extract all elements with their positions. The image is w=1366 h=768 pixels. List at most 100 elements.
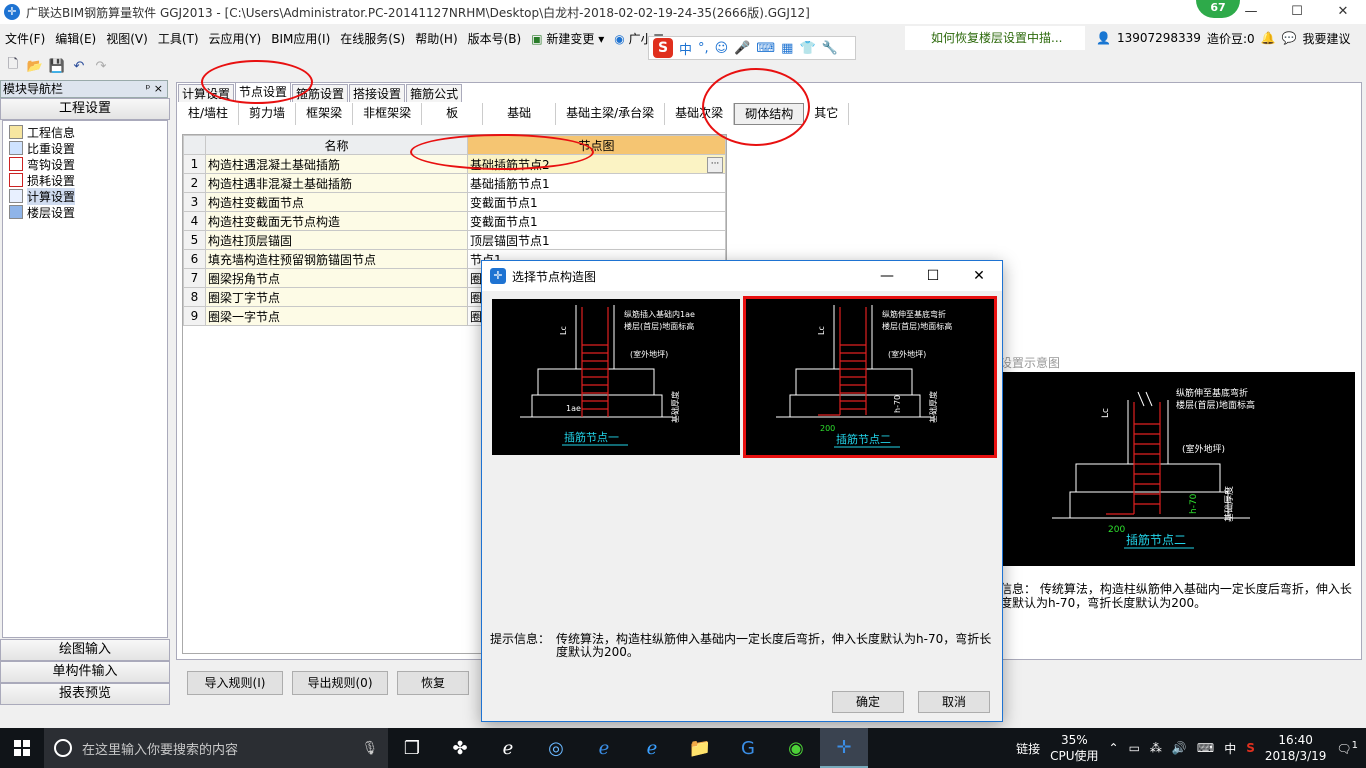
keyboard-icon[interactable]: ⌨	[1197, 741, 1214, 755]
redo-icon[interactable]: ↷	[92, 57, 110, 75]
app-logo-icon: ✛	[4, 4, 20, 20]
nav-item-density[interactable]: 比重设置	[9, 140, 167, 156]
suggest-link[interactable]: 我要建议	[1303, 30, 1351, 47]
import-rules-button[interactable]: 导入规则(I)	[187, 671, 283, 695]
subtab-foundation-main-beam[interactable]: 基础主梁/承台梁	[556, 103, 666, 125]
menu-online[interactable]: 在线服务(S)	[335, 30, 410, 47]
nav-section-report[interactable]: 报表预览	[0, 683, 170, 705]
dialog-minimize-button[interactable]: —	[864, 261, 910, 291]
clock[interactable]: 16:40 2018/3/19	[1265, 732, 1327, 764]
thumb2-len-label: 200	[820, 424, 835, 433]
thumb-node-1[interactable]: Lc 纵筋插入基础内1ae 楼层(首层)地面标高 (室外地坪) 1ae 基础厚度…	[492, 299, 740, 455]
ie-blue-icon[interactable]: ℯ	[628, 728, 676, 768]
row-node-cell[interactable]: 基础插筋节点1	[467, 173, 726, 193]
nav-item-hook[interactable]: 弯钩设置	[9, 156, 167, 172]
open-folder-icon[interactable]: 📂	[26, 57, 44, 75]
edge-browser-icon[interactable]: ℯ	[580, 728, 628, 768]
user-area: 👤 13907298339 造价豆:0 🔔 💬 我要建议	[1096, 26, 1351, 50]
minimize-button[interactable]: —	[1228, 0, 1274, 24]
volume-icon[interactable]: 🔊	[1172, 741, 1187, 755]
export-rules-button[interactable]: 导出规则(0)	[292, 671, 388, 695]
nav-item-calc-settings[interactable]: 计算设置	[9, 187, 167, 205]
subtab-foundation[interactable]: 基础	[483, 103, 557, 125]
subtab-nonframe-beam[interactable]: 非框架梁	[353, 103, 423, 125]
link-label[interactable]: 链接	[1016, 740, 1040, 757]
file-explorer-icon[interactable]: 📁	[676, 728, 724, 768]
thumb2-thick-label: 基础厚度	[928, 391, 938, 423]
dialog-maximize-button[interactable]: ☐	[910, 261, 956, 291]
menu-new-change[interactable]: ▣ 新建变更 ▾	[526, 30, 609, 47]
task-view-icon[interactable]: ❐	[388, 728, 436, 768]
menu-version[interactable]: 版本号(B)	[463, 30, 527, 47]
swirl-app-icon[interactable]: ◎	[532, 728, 580, 768]
close-button[interactable]: ✕	[1320, 0, 1366, 24]
restore-button[interactable]: 恢复	[397, 671, 469, 695]
window-title: 广联达BIM钢筋算量软件 GGJ2013 - [C:\Users\Adminis…	[26, 5, 810, 20]
ie-browser-icon[interactable]: ℯ	[484, 728, 532, 768]
dialog-ok-button[interactable]: 确定	[832, 691, 904, 713]
row-name: 构造柱遇非混凝土基础插筋	[205, 173, 468, 193]
menu-view[interactable]: 视图(V)	[101, 30, 153, 47]
table-row[interactable]: 2 构造柱遇非混凝土基础插筋 基础插筋节点1	[183, 173, 726, 193]
tab-lap-settings[interactable]: 搭接设置	[349, 84, 406, 102]
bell-icon[interactable]: 🔔	[1261, 31, 1276, 45]
menu-edit[interactable]: 编辑(E)	[50, 30, 101, 47]
subtab-frame-beam[interactable]: 框架梁	[296, 103, 354, 125]
thumb1-lc-label: Lc	[559, 326, 568, 335]
help-search-link[interactable]: 如何恢复楼层设置中描...	[905, 26, 1085, 50]
start-button[interactable]	[0, 728, 44, 768]
thumb-node-2[interactable]: Lc 纵筋伸至基底弯折 楼层(首层)地面标高 (室外地坪) h-70 基础厚度 …	[743, 296, 997, 458]
title-bar: ✛ 广联达BIM钢筋算量软件 GGJ2013 - [C:\Users\Admin…	[0, 0, 1366, 24]
nav-item-loss[interactable]: 损耗设置	[9, 172, 167, 188]
new-change-icon: ▣	[531, 31, 543, 46]
module-nav-title: 模块导航栏	[3, 82, 64, 96]
network-icon[interactable]: ⁂	[1150, 741, 1162, 755]
coins-label[interactable]: 造价豆:0	[1207, 30, 1255, 47]
menu-cloud[interactable]: 云应用(Y)	[204, 30, 267, 47]
chevron-up-icon[interactable]: ⌃	[1109, 741, 1119, 755]
row-node-cell[interactable]: 变截面节点1	[467, 192, 726, 212]
assistant-icon: ◉	[614, 31, 625, 46]
tab-stirrup-formula[interactable]: 箍筋公式	[406, 84, 463, 102]
fan-app-icon[interactable]: ✤	[436, 728, 484, 768]
user-phone[interactable]: 13907298339	[1117, 31, 1201, 45]
notification-icon[interactable]: 🗨1	[1336, 740, 1358, 756]
taskbar-search[interactable]: 在这里输入你要搜索的内容 🎙	[44, 728, 388, 768]
menu-help[interactable]: 帮助(H)	[410, 30, 462, 47]
row-node-cell[interactable]: 变截面节点1	[467, 211, 726, 231]
subtab-column[interactable]: 柱/墙柱	[178, 103, 240, 125]
nav-item-project-info[interactable]: 工程信息	[9, 124, 167, 140]
subtab-other[interactable]: 其它	[804, 103, 850, 125]
dialog-cancel-button[interactable]: 取消	[918, 691, 990, 713]
table-row[interactable]: 4 构造柱变截面无节点构造 变截面节点1	[183, 211, 726, 231]
table-row[interactable]: 5 构造柱顶层锚固 顶层锚固节点1	[183, 230, 726, 250]
dialog-close-button[interactable]: ✕	[956, 261, 1002, 291]
nav-item-floor[interactable]: 楼层设置	[9, 204, 167, 220]
sogou-tray-icon[interactable]: S	[1246, 741, 1255, 755]
suggest-icon: 💬	[1281, 31, 1297, 45]
project-info-icon	[9, 125, 23, 139]
green-app-icon[interactable]: ◉	[772, 728, 820, 768]
microphone-icon[interactable]: 🎙	[361, 741, 378, 756]
save-icon[interactable]: 💾	[48, 57, 66, 75]
subtab-slab[interactable]: 板	[422, 103, 484, 125]
glodon-g-icon[interactable]: G	[724, 728, 772, 768]
nav-section-project-settings[interactable]: 工程设置	[0, 98, 170, 120]
cpu-usage[interactable]: 35% CPU使用	[1050, 732, 1098, 764]
browse-node-button[interactable]: ···	[707, 156, 723, 173]
undo-icon[interactable]: ↶	[70, 57, 88, 75]
nav-section-single-member[interactable]: 单构件输入	[0, 661, 170, 683]
subtab-shear-wall[interactable]: 剪力墙	[239, 103, 297, 125]
maximize-button[interactable]: ☐	[1274, 0, 1320, 24]
menu-file[interactable]: 文件(F)	[0, 30, 50, 47]
table-row[interactable]: 3 构造柱变截面节点 变截面节点1	[183, 192, 726, 212]
new-file-icon[interactable]: 🗋	[4, 57, 22, 75]
ime-indicator[interactable]: 中	[1224, 740, 1236, 757]
menu-tools[interactable]: 工具(T)	[153, 30, 204, 47]
row-node-cell[interactable]: 顶层锚固节点1	[467, 230, 726, 250]
menu-bim[interactable]: BIM应用(I)	[266, 30, 335, 47]
battery-icon[interactable]: ▭	[1129, 741, 1140, 755]
nav-section-drawing[interactable]: 绘图输入	[0, 639, 170, 661]
pin-icon[interactable]: ᵖ ×	[146, 81, 163, 97]
ggj-app-icon[interactable]: ✛	[820, 728, 868, 768]
